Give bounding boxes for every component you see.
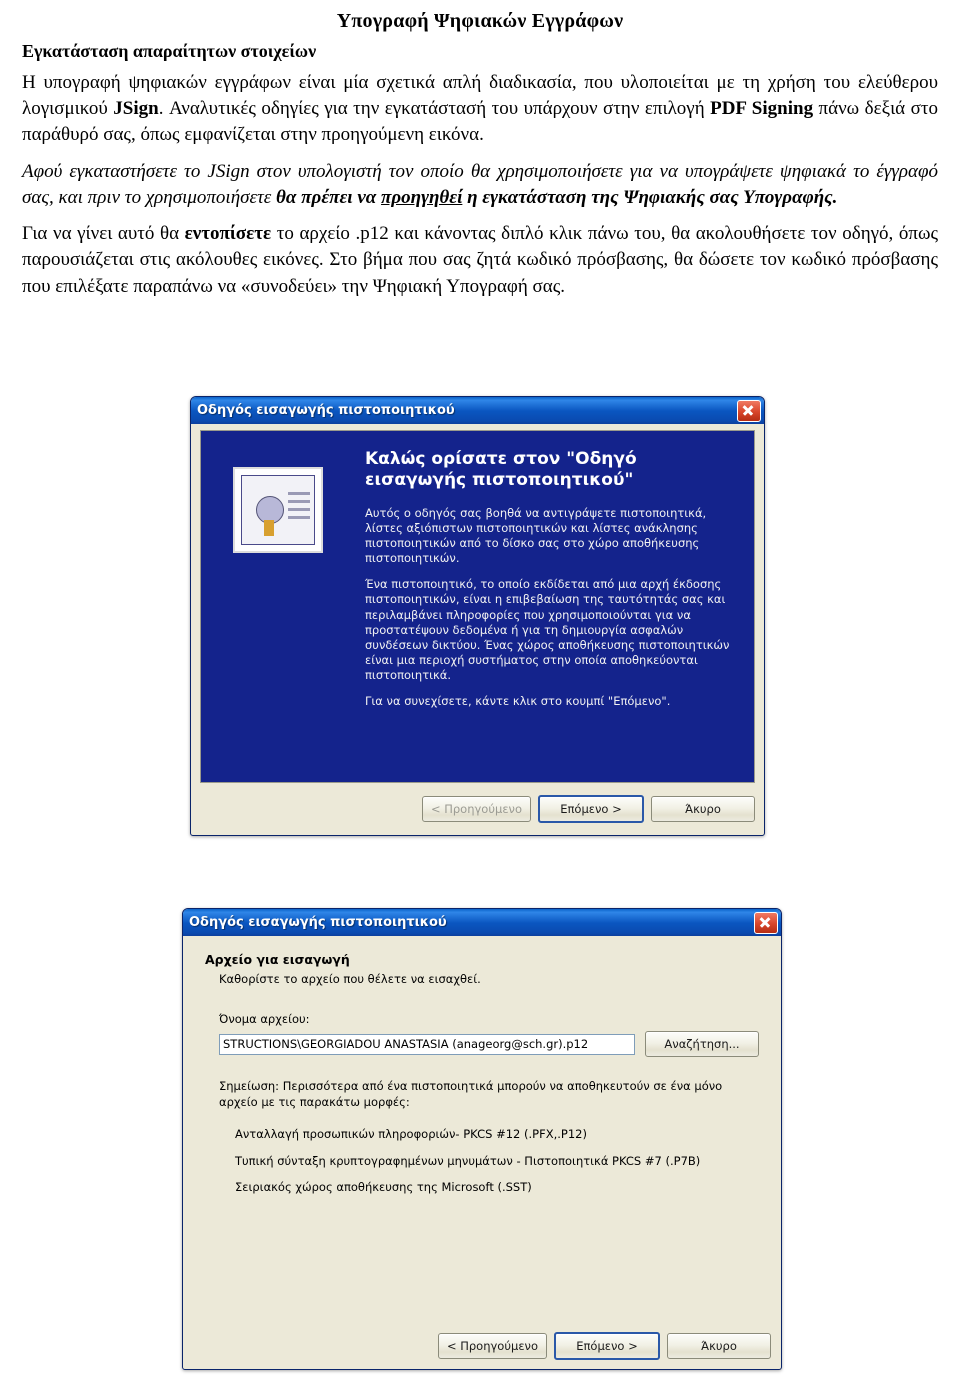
dialog2-note: Σημείωση: Περισσότερα από ένα πιστοποιητ…: [219, 1079, 723, 1109]
certificate-line-4: [288, 516, 310, 519]
cancel-button[interactable]: Άκυρο: [667, 1333, 771, 1359]
close-icon[interactable]: [737, 399, 761, 422]
dialog1-paragraph-1: Αυτός ο οδηγός σας βοηθά να αντιγράψετε …: [365, 505, 707, 566]
next-button[interactable]: Επόμενο >: [538, 795, 644, 823]
dialog1-content: Καλώς ορίσατε στον "Οδηγό εισαγωγής πιστ…: [200, 430, 755, 783]
dialog2-titlebar: Οδηγός εισαγωγής πιστοποιητικού: [183, 909, 781, 936]
dialog1-titlebar: Οδηγός εισαγωγής πιστοποιητικού: [191, 397, 764, 424]
format-item: Σειριακός χώρος αποθήκευσης της Microsof…: [235, 1180, 532, 1195]
certificate-line-2: [288, 500, 310, 503]
p1-bold-jsign: JSign: [113, 98, 159, 120]
dialog1-banner: [201, 431, 361, 782]
dialog1-button-bar: < Προηγούμενο Επόμενο > Άκυρο: [200, 792, 755, 826]
certificate-icon-inner: [241, 475, 315, 545]
dialog1-heading: Καλώς ορίσατε στον "Οδηγό εισαγωγής πιστ…: [365, 449, 740, 492]
browse-button[interactable]: Αναζήτηση...: [645, 1031, 759, 1057]
certificate-icon: [233, 467, 323, 553]
supported-formats-list: Ανταλλαγή προσωπικών πληροφοριών- PKCS #…: [219, 1126, 759, 1196]
certificate-line-3: [288, 508, 310, 511]
dialog1-paragraph-3: Για να συνεχίσετε, κάντε κλικ στο κουμπί…: [365, 694, 671, 709]
back-button: < Προηγούμενο: [421, 796, 531, 822]
paragraph-2: Αφού εγκαταστήσετε το JSign στον υπολογι…: [22, 159, 938, 211]
cancel-button[interactable]: Άκυρο: [651, 796, 755, 822]
paragraph-1: Η υπογραφή ψηφιακών εγγράφων είναι μία σ…: [22, 70, 938, 149]
p2-bold-a: θα πρέπει να: [276, 186, 382, 208]
dialog2-title: Οδηγός εισαγωγής πιστοποιητικού: [189, 915, 447, 930]
dialog1-heading-line1: Καλώς ορίσατε στον "Οδηγό: [365, 449, 637, 469]
document-page: Υπογραφή Ψηφιακών Εγγράφων Εγκατάσταση α…: [0, 0, 960, 1380]
dialog2-step-title: Αρχείο για εισαγωγή: [205, 952, 350, 967]
file-name-input[interactable]: STRUCTIONS\GEORGIADOU ANASTASIA (anageor…: [219, 1033, 635, 1055]
certificate-import-wizard-file-dialog: Οδηγός εισαγωγής πιστοποιητικού Αρχείο γ…: [182, 908, 782, 1370]
dialog1-heading-line2: εισαγωγής πιστοποιητικού": [365, 470, 634, 491]
format-item: Τυπική σύνταξη κρυπτογραφημένων μηνυμάτω…: [235, 1153, 701, 1168]
p3-text-a: Για να γίνει αυτό θα: [22, 223, 185, 245]
page-title: Υπογραφή Ψηφιακών Εγγράφων: [336, 10, 624, 32]
p3-text-b: το αρχείο: [271, 223, 356, 245]
paragraph-3: Για να γίνει αυτό θα εντοπίσετε το αρχεί…: [22, 221, 938, 300]
file-name-value: STRUCTIONS\GEORGIADOU ANASTASIA (anageor…: [223, 1037, 589, 1051]
section-heading: Εγκατάσταση απαραίτητων στοιχείων: [22, 41, 317, 61]
dialog1-text-area: Καλώς ορίσατε στον "Οδηγό εισαγωγής πιστ…: [361, 431, 754, 782]
format-item: Ανταλλαγή προσωπικών πληροφοριών- PKCS #…: [235, 1127, 587, 1142]
p1-bold-pdfsigning: PDF Signing: [710, 98, 814, 120]
close-icon[interactable]: [754, 911, 778, 934]
dialog1-title: Οδηγός εισαγωγής πιστοποιητικού: [197, 403, 455, 418]
p2-text-b: .: [832, 186, 838, 208]
back-button[interactable]: < Προηγούμενο: [437, 1333, 547, 1359]
next-button[interactable]: Επόμενο >: [554, 1332, 660, 1360]
p1-text-b: . Αναλυτικές οδηγίες για την εγκατάστασή…: [158, 98, 711, 120]
certificate-line-1: [288, 492, 310, 495]
file-name-row: STRUCTIONS\GEORGIADOU ANASTASIA (anageor…: [219, 1031, 759, 1057]
dialog1-paragraph-2: Ένα πιστοποιητικό, το οποίο εκδίδεται απ…: [365, 577, 730, 683]
file-name-label: Όνομα αρχείου:: [219, 1012, 310, 1026]
certificate-import-wizard-welcome-dialog: Οδηγός εισαγωγής πιστοποιητικού Καλώς ορ…: [190, 396, 765, 836]
p2-bold-underline: προηγηθεί: [381, 186, 463, 208]
p3-bold-a: εντοπίσετε: [184, 223, 272, 245]
dialog2-button-bar: < Προηγούμενο Επόμενο > Άκυρο: [183, 1331, 771, 1361]
dialog2-step-subtitle: Καθορίστε το αρχείο που θέλετε να εισαχθ…: [219, 972, 481, 986]
dialog2-content: Αρχείο για εισαγωγή Καθορίστε το αρχείο …: [183, 938, 781, 1319]
certificate-ribbon-icon: [264, 520, 274, 536]
p2-bold-b: η εγκατάσταση της Ψηφιακής σας Υπογραφής: [462, 186, 833, 208]
